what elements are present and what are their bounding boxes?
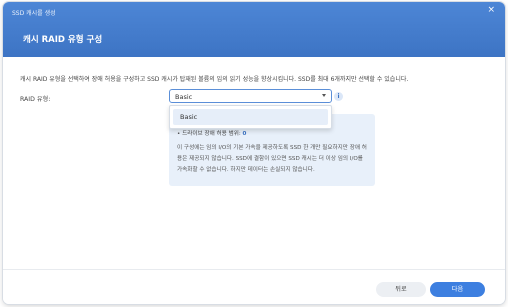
raid-type-label: RAID 유형: — [20, 96, 51, 103]
raid-type-select[interactable]: Basic — [169, 89, 332, 103]
dialog-header: SSD 캐시를 생성 × 캐시 RAID 유형 구성 — [3, 2, 505, 57]
raid-type-selected-value: Basic — [175, 93, 193, 101]
chevron-down-icon[interactable] — [322, 94, 326, 97]
back-button[interactable]: 뒤로 — [376, 282, 426, 297]
window-title: SSD 캐시를 생성 — [12, 10, 56, 17]
step-title: 캐시 RAID 유형 구성 — [23, 35, 103, 45]
info-icon[interactable]: i — [334, 92, 343, 101]
fault-tolerance-value: 0 — [242, 131, 247, 137]
dialog-window: SSD 캐시를 생성 × 캐시 RAID 유형 구성 캐시 RAID 유형을 선… — [3, 2, 505, 304]
fault-tolerance-label: • 드라이브 장애 허용 범위: — [177, 131, 243, 137]
close-icon[interactable]: × — [487, 6, 495, 15]
fault-tolerance-bullet: • 드라이브 장애 허용 범위: 0 — [177, 129, 246, 137]
dialog-body: 캐시 RAID 유형을 선택하여 장애 허용을 구성하고 SSD 캐시가 탑재된… — [3, 57, 505, 269]
description-text: 캐시 RAID 유형을 선택하여 장애 허용을 구성하고 SSD 캐시가 탑재된… — [20, 76, 409, 83]
next-button[interactable]: 다음 — [430, 282, 485, 297]
info-paragraph: 이 구성에는 임의 I/O의 기본 가속을 제공하도록 SSD 한 개만 필요하… — [177, 145, 367, 173]
raid-type-dropdown: Basic — [169, 105, 332, 129]
dropdown-option-basic[interactable]: Basic — [173, 109, 328, 125]
dialog-footer: 뒤로 다음 — [3, 269, 505, 304]
